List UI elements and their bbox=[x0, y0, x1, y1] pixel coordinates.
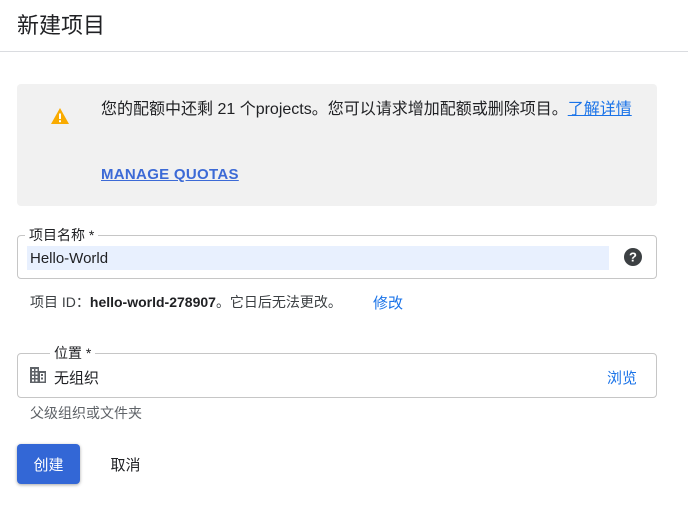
project-name-label: 项目名称 * bbox=[25, 226, 99, 244]
cancel-button[interactable]: 取消 bbox=[94, 444, 157, 484]
project-id-prefix: 项目 ID： bbox=[30, 294, 90, 310]
svg-text:?: ? bbox=[629, 250, 637, 265]
quota-message-text: 您的配额中还剩 21 个projects。您可以请求增加配额或删除项目。 bbox=[101, 101, 568, 118]
project-name-input[interactable] bbox=[27, 246, 609, 270]
warning-icon bbox=[51, 108, 69, 124]
manage-quotas-link[interactable]: MANAGE QUOTAS bbox=[101, 166, 239, 183]
page-header: 新建项目 bbox=[0, 0, 688, 52]
quota-notice: 您的配额中还剩 21 个projects。您可以请求增加配额或删除项目。了解详情… bbox=[17, 84, 657, 206]
location-label: 位置 * bbox=[50, 344, 96, 362]
page-title: 新建项目 bbox=[17, 13, 106, 38]
quota-message: 您的配额中还剩 21 个projects。您可以请求增加配额或删除项目。了解详情 bbox=[101, 96, 641, 123]
edit-project-id-link[interactable]: 修改 bbox=[373, 292, 403, 313]
location-value: 无组织 bbox=[54, 370, 100, 387]
organization-icon bbox=[30, 367, 46, 383]
browse-link[interactable]: 浏览 bbox=[607, 367, 637, 388]
project-name-field[interactable]: 项目名称 * ? bbox=[17, 226, 657, 279]
location-field[interactable]: 位置 * 无组织 浏览 bbox=[17, 344, 657, 398]
help-circle-icon[interactable]: ? bbox=[623, 247, 643, 267]
project-id-info: 项目 ID：hello-world-278907。它日后无法更改。 bbox=[30, 292, 342, 312]
learn-more-link[interactable]: 了解详情 bbox=[568, 101, 632, 118]
project-id-suffix: 。它日后无法更改。 bbox=[215, 294, 342, 310]
location-helper-text: 父级组织或文件夹 bbox=[30, 405, 142, 421]
project-id-value: hello-world-278907 bbox=[89, 294, 216, 310]
create-button[interactable]: 创建 bbox=[17, 444, 80, 484]
